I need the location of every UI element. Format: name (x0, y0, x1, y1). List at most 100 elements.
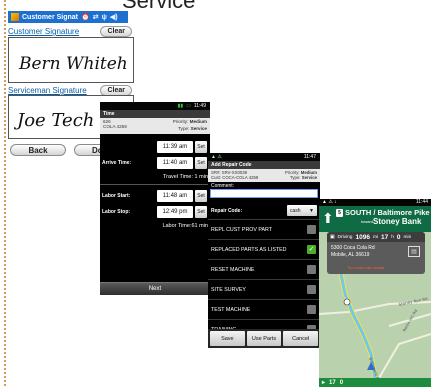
time-status-bar: ▮▮ ▭ 11:49 (100, 102, 210, 110)
arrive-set-button[interactable]: Set (195, 157, 207, 169)
customer-signature-pad[interactable]: Bern Whiteh (8, 37, 134, 83)
comment-label: Comment: (211, 183, 235, 189)
navigation-screen: ▲ ⚠ ↓ 11:44 ⬆ 5 SOUTH / Baltimore Pike t… (319, 199, 431, 387)
comment-input[interactable] (210, 189, 318, 198)
time-row (100, 140, 210, 154)
use-parts-button[interactable]: Use Parts (246, 331, 282, 346)
repair-code-label: Repair Code: (211, 208, 243, 214)
repair-item[interactable]: TEST MACHINE (208, 299, 320, 319)
app-title: Customer Signat (22, 13, 79, 21)
distance-unit: mi (372, 234, 379, 240)
road-name: SOUTH / Baltimore Pike (345, 208, 430, 217)
labor-stop-set-button[interactable]: Set (195, 206, 207, 218)
customer-signature-drawing: Bern Whiteh (18, 54, 128, 74)
speed-icon: ▸ (322, 380, 326, 386)
customer-signature-row: Customer Signature Clear (8, 26, 132, 37)
depart-time-field[interactable]: 11:39 am (157, 141, 193, 153)
bottom-extra: 0 (339, 379, 344, 386)
car-icon: ▣ (330, 234, 335, 240)
minutes-unit: min (403, 234, 412, 240)
repair-code-value: cash (290, 207, 301, 214)
address-line-1: 5300 Coca Cola Rd (331, 245, 375, 251)
battery-icon: ▭ (186, 103, 191, 109)
next-button[interactable]: Next (100, 282, 210, 295)
chevron-down-icon: ▼ (309, 207, 314, 214)
repair-item-checkbox-checked[interactable]: ✓ (307, 245, 316, 254)
time-type-value: Service (190, 126, 207, 131)
nav-status-bar: ▲ ⚠ ↓ 11:44 (319, 199, 431, 206)
repair-code-screen: ▲ ⚠ 11:47 Add Repair Code SR#: SRV-XX003… (208, 153, 320, 348)
repair-action-bar: Save Use Parts Cancel (208, 329, 320, 348)
travel-time: Travel Time: 1 min (162, 174, 208, 180)
time-type-label: Type: (178, 126, 190, 131)
customer-clear-button[interactable]: Clear (100, 26, 132, 37)
address-line-2: Mobile, AL 36619 (331, 252, 370, 258)
time-title: Time (100, 110, 210, 118)
cust-label: Cust: (211, 175, 222, 180)
labor-start-row: Labor Start: (100, 189, 210, 203)
repair-code-row: Repair Code: cash ▼ (208, 204, 320, 218)
back-button[interactable]: Back (10, 144, 66, 156)
repair-status-bar: ▲ ⚠ 11:47 (208, 153, 320, 161)
notification-icon: ▲ ⚠ ↓ (322, 199, 337, 205)
distance-value: 1096 (355, 233, 370, 241)
serviceman-signature-ink: Joe Tech (13, 110, 94, 131)
destination-town: Stoney Bank (373, 217, 422, 226)
straight-arrow-icon: ⬆ (322, 210, 334, 226)
labor-stop-field[interactable]: 12:49 pm (157, 206, 193, 218)
cancel-button[interactable]: Cancel (283, 331, 319, 346)
repair-item-checkbox[interactable] (307, 285, 316, 294)
repair-item[interactable]: REPLACED PARTS AS LISTED ✓ (208, 239, 320, 259)
trip-info-card[interactable]: ▣ Driving 1096 mi 17 h 0 min 5300 Coca C… (327, 232, 425, 274)
eta-minutes: 0 (396, 233, 401, 241)
signal-icon: ▮▮ (177, 103, 184, 109)
route-shield: 5 (336, 209, 343, 217)
arrive-time-field[interactable]: 11:40 am (157, 157, 193, 169)
divider (100, 184, 210, 185)
customer-signature-label: Customer Signature (8, 27, 80, 36)
repair-title: Add Repair Code (208, 161, 320, 169)
repair-item[interactable]: RESET MACHINE (208, 259, 320, 279)
app-icon (11, 13, 19, 21)
toward-label: toward (361, 219, 374, 224)
repair-item[interactable]: REPL CUST PROV PART (208, 219, 320, 239)
repair-info: SR#: SRV-XX0039 Cust: COCA-COLA 4259 Pri… (208, 169, 320, 182)
repair-item-checkbox[interactable] (307, 305, 316, 314)
direction-banner: ⬆ 5 SOUTH / Baltimore Pike toward Stoney… (319, 206, 431, 232)
repair-item-label: SITE SURVEY (211, 287, 246, 293)
time-screen: ▮▮ ▭ 11:49 Time 626 COLA 4259 Priority: … (100, 102, 210, 295)
time-priority-label: Priority: (172, 119, 189, 124)
repair-type-label: Type: (289, 175, 301, 180)
save-button[interactable]: Save (210, 331, 245, 346)
warning-text: Too close calc ahead (347, 265, 385, 270)
repair-item[interactable]: SITE SURVEY (208, 279, 320, 299)
route-map[interactable]: Stoney Run Rd Rollin Hill Rd Baltimore P… (319, 274, 431, 378)
labor-time: Labor Time:61 min (162, 223, 208, 229)
arrive-time-label: Arrive Time: (102, 160, 132, 166)
time-priority-value: Medium (189, 119, 207, 124)
bottom-speed: 17 (329, 379, 336, 386)
customer-signature-ink: Bern Whiteh (18, 54, 128, 74)
repair-item-label: TEST MACHINE (211, 307, 251, 313)
labor-stop-label: Labor Stop: (102, 209, 131, 215)
repair-item-label: REPL CUST PROV PART (211, 227, 273, 233)
repair-type-value: Service (301, 175, 317, 180)
volume-icon: ◀) (109, 14, 118, 21)
repair-item-label: REPLACED PARTS AS LISTED (211, 247, 287, 253)
repair-code-select[interactable]: cash ▼ (287, 205, 317, 216)
labor-stop-row: Labor Stop: (100, 205, 210, 219)
destination-icon[interactable]: ▤ (408, 246, 420, 257)
nav-bottom-bar: ▸ 17 0 (319, 378, 431, 387)
labor-start-set-button[interactable]: Set (195, 190, 207, 202)
header-word: Service (122, 0, 196, 13)
sync-icon: ⇄ (92, 14, 99, 21)
labor-start-label: Labor Start: (102, 193, 131, 199)
serviceman-signature-label: Serviceman Signature (8, 86, 87, 95)
repair-item-checkbox[interactable] (307, 265, 316, 274)
arrive-row: Arrive Time: (100, 156, 210, 170)
repair-item-checkbox[interactable] (307, 225, 316, 234)
depart-set-button[interactable]: Set (195, 141, 207, 153)
driving-label: Driving (337, 234, 353, 240)
nav-status-clock: 11:44 (415, 199, 428, 205)
labor-start-field[interactable]: 11:48 am (157, 190, 193, 202)
